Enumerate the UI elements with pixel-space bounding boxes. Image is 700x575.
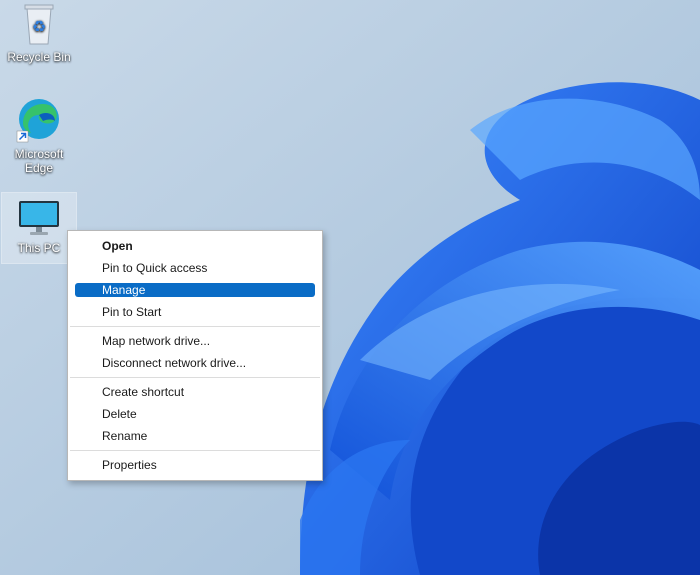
menu-item-disconnect-network-drive[interactable]: Disconnect network drive... <box>68 352 322 374</box>
desktop-icon-label: Recycle Bin <box>7 50 71 64</box>
menu-item-map-network-drive[interactable]: Map network drive... <box>68 330 322 352</box>
this-pc-shortcut[interactable]: This PC <box>1 192 77 264</box>
desktop-icon-label: Microsoft Edge <box>14 147 64 175</box>
edge-icon <box>16 99 59 143</box>
menu-item-create-shortcut[interactable]: Create shortcut <box>68 381 322 403</box>
recycle-bin-shortcut[interactable]: ♻ Recycle Bin <box>6 2 72 64</box>
svg-text:♻: ♻ <box>32 19 46 36</box>
monitor-icon <box>19 201 59 235</box>
menu-item-open[interactable]: Open <box>68 235 322 257</box>
context-menu: Open Pin to Quick access Manage Pin to S… <box>67 230 323 481</box>
menu-item-delete[interactable]: Delete <box>68 403 322 425</box>
menu-item-pin-to-start[interactable]: Pin to Start <box>68 301 322 323</box>
menu-separator <box>70 377 320 378</box>
menu-item-pin-quick-access[interactable]: Pin to Quick access <box>68 257 322 279</box>
edge-shortcut[interactable]: Microsoft Edge <box>6 95 72 175</box>
menu-separator <box>70 326 320 327</box>
menu-separator <box>70 450 320 451</box>
menu-item-rename[interactable]: Rename <box>68 425 322 447</box>
menu-item-manage[interactable]: Manage <box>68 279 322 301</box>
recycle-bin-icon: ♻ <box>24 4 54 45</box>
menu-item-properties[interactable]: Properties <box>68 454 322 476</box>
desktop-icon-label: This PC <box>17 241 61 255</box>
